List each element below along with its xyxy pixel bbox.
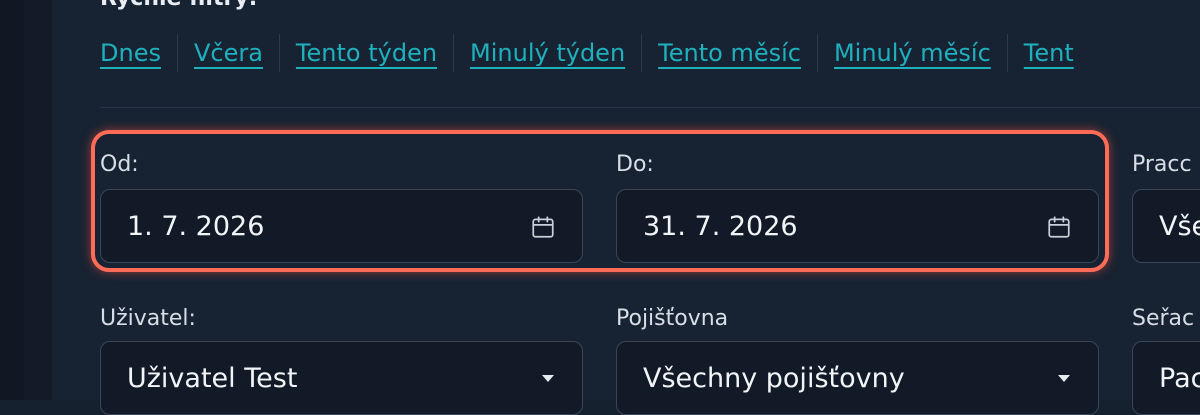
quick-filter-this-week[interactable]: Tento týden <box>296 35 437 71</box>
chevron-down-icon <box>542 375 554 382</box>
quick-filter-next[interactable]: Tent <box>1024 35 1074 71</box>
user-label: Uživatel: <box>100 306 196 331</box>
insurer-value: Všechny pojišťovny <box>643 362 905 394</box>
date-to-value: 31. 7. 2026 <box>643 210 798 242</box>
quick-filters: Dnes Včera Tento týden Minulý týden Tent… <box>100 34 1074 72</box>
divider <box>1006 34 1008 72</box>
quick-filter-last-week[interactable]: Minulý týden <box>470 35 625 71</box>
date-from-value: 1. 7. 2026 <box>127 210 265 242</box>
workplace-value: Vše <box>1159 210 1200 242</box>
divider <box>176 34 178 72</box>
workplace-select[interactable]: Vše <box>1132 189 1200 263</box>
quick-filters-heading: Rychlé filtry: <box>100 0 257 11</box>
quick-filter-this-month[interactable]: Tento měsíc <box>658 35 801 71</box>
left-rail <box>0 0 24 400</box>
divider <box>453 34 455 72</box>
insurer-select[interactable]: Všechny pojišťovny <box>616 341 1099 415</box>
sort-select[interactable]: Pac <box>1132 341 1200 415</box>
divider <box>278 34 280 72</box>
date-from-label: Od: <box>100 152 139 177</box>
quick-filter-today[interactable]: Dnes <box>100 35 161 71</box>
quick-filter-last-month[interactable]: Minulý měsíc <box>834 35 991 71</box>
workplace-label: Pracc <box>1132 152 1192 177</box>
date-from-input[interactable]: 1. 7. 2026 <box>100 189 583 263</box>
date-to-label: Do: <box>616 152 654 177</box>
divider <box>641 34 643 72</box>
user-value: Uživatel Test <box>127 362 298 394</box>
chevron-down-icon <box>1058 375 1070 382</box>
date-to-input[interactable]: 31. 7. 2026 <box>616 189 1099 263</box>
calendar-icon[interactable] <box>1046 214 1072 240</box>
user-select[interactable]: Uživatel Test <box>100 341 583 415</box>
divider <box>816 34 818 72</box>
calendar-icon[interactable] <box>530 214 556 240</box>
sort-label: Seřac <box>1132 306 1195 331</box>
side-panel-edge <box>24 0 52 400</box>
sort-value: Pac <box>1159 362 1200 394</box>
quick-filter-yesterday[interactable]: Včera <box>194 35 263 71</box>
section-divider <box>100 107 1200 108</box>
insurer-label: Pojišťovna <box>616 306 729 331</box>
